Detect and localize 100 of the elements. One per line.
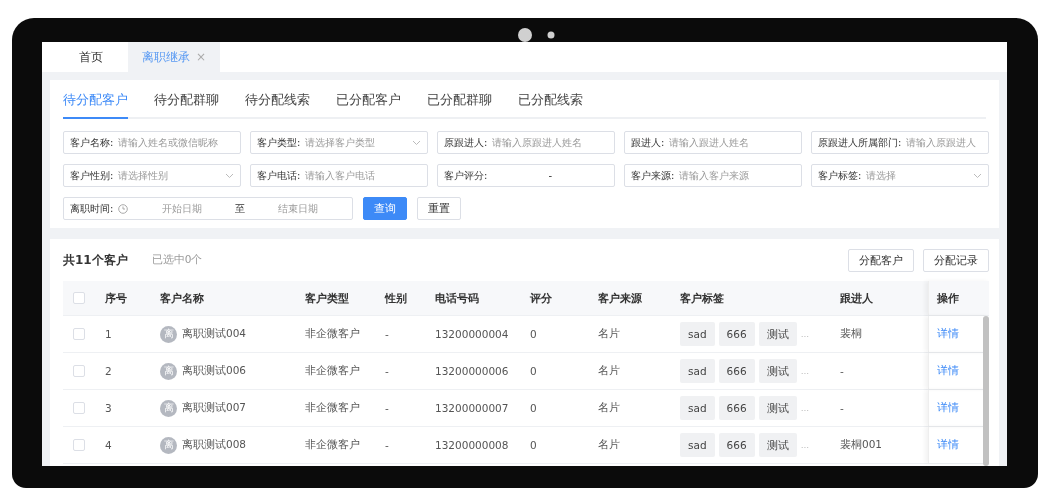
select-field[interactable]: 客户性别: 请选择性别 xyxy=(63,164,241,187)
table-cell-text: - xyxy=(385,365,390,377)
field-label: 客户标签: xyxy=(818,168,862,183)
column-header: 客户名称 xyxy=(160,290,205,306)
table-cell-text: 2 xyxy=(105,365,113,377)
table-cell-text: - xyxy=(385,328,390,340)
field-label: 客户名称: xyxy=(70,135,114,150)
text-field[interactable]: 客户来源: 请输入客户来源 xyxy=(624,164,802,187)
tag: 测试 xyxy=(758,359,797,383)
field-placeholder: 请输入原跟进人 xyxy=(906,135,978,150)
column-header: 操作 xyxy=(928,281,990,315)
field-label: 客户性别: xyxy=(70,168,114,183)
action-button[interactable]: 分配客户 xyxy=(848,248,914,272)
tag: sad xyxy=(680,359,715,383)
field-placeholder: 请输入原跟进人姓名 xyxy=(492,135,584,150)
table-cell-text: - xyxy=(840,365,845,377)
tab-label: 离职继承 xyxy=(142,48,190,66)
sub-tab[interactable]: 待分配线索 xyxy=(245,88,310,119)
table-cell-text: 0 xyxy=(530,365,538,377)
selected-count: 已选中0个 xyxy=(151,253,204,267)
field-placeholder: 请输入姓名或微信昵称 xyxy=(118,135,220,150)
chevron-down-icon xyxy=(973,172,982,179)
checkbox[interactable] xyxy=(73,402,85,414)
checkbox[interactable] xyxy=(73,365,85,377)
select-field[interactable]: 客户标签: 请选择 xyxy=(811,164,989,187)
tag: sad xyxy=(680,322,715,346)
total-count: 共11个客户 xyxy=(63,251,128,269)
table-cell-text: 裴桐001 xyxy=(840,438,884,452)
date-range-field[interactable]: 离职时间: 开始日期 至 结束日期 xyxy=(63,197,353,220)
tag: sad xyxy=(680,433,715,457)
table-cell-text: 非企微客户 xyxy=(305,327,361,341)
column-header: 性别 xyxy=(385,290,408,306)
field-placeholder: 请选择客户类型 xyxy=(305,135,377,150)
table-cell-text: 名片 xyxy=(598,364,621,378)
column-header: 客户标签 xyxy=(680,290,725,306)
field-label: 客户评分: xyxy=(444,168,488,183)
range-field[interactable]: 客户评分: - xyxy=(437,164,615,187)
table-cell-text: 13200000008 xyxy=(435,439,510,451)
chevron-down-icon xyxy=(412,139,421,146)
field-placeholder: 请输入跟进人姓名 xyxy=(669,135,751,150)
more-ellipsis: ... xyxy=(800,440,810,450)
table-cell-text: - xyxy=(840,402,845,414)
tag: 测试 xyxy=(758,322,797,346)
tag: 666 xyxy=(718,433,755,457)
table-cell-text: 名片 xyxy=(598,401,621,415)
field-placeholder: 请选择性别 xyxy=(118,168,170,183)
field-label: 原跟进人所属部门: xyxy=(818,135,902,150)
range-separator: - xyxy=(547,170,553,181)
start-date-placeholder: 开始日期 xyxy=(160,201,203,216)
table-cell-text: 0 xyxy=(530,328,538,340)
sub-tab[interactable]: 已分配客户 xyxy=(336,88,401,119)
customer-name: 离职测试004 xyxy=(182,327,247,341)
table-cell-text: 13200000004 xyxy=(435,328,510,340)
sub-tab[interactable]: 已分配线索 xyxy=(518,88,583,119)
field-placeholder: 请选择 xyxy=(866,168,898,183)
text-field[interactable]: 跟进人: 请输入跟进人姓名 xyxy=(624,131,802,154)
table-cell-text: 裴桐 xyxy=(840,327,863,341)
field-label: 客户电话: xyxy=(257,168,301,183)
select-field[interactable]: 客户类型: 请选择客户类型 xyxy=(250,131,428,154)
text-field[interactable]: 原跟进人: 请输入原跟进人姓名 xyxy=(437,131,615,154)
more-ellipsis: ... xyxy=(800,403,810,413)
text-field[interactable]: 客户名称: 请输入姓名或微信昵称 xyxy=(63,131,241,154)
table-cell-text: 非企微客户 xyxy=(305,364,361,378)
action-button[interactable]: 分配记录 xyxy=(923,248,989,272)
avatar: 离 xyxy=(160,325,177,343)
checkbox[interactable] xyxy=(73,439,85,451)
avatar: 离 xyxy=(160,399,177,417)
column-header: 评分 xyxy=(530,290,553,306)
field-placeholder: 请输入客户电话 xyxy=(305,168,377,183)
more-ellipsis: ... xyxy=(800,329,810,339)
tab-label: 首页 xyxy=(79,48,103,66)
sub-tab[interactable]: 已分配群聊 xyxy=(427,88,492,119)
checkbox[interactable] xyxy=(73,328,85,340)
checkbox[interactable] xyxy=(73,292,85,304)
table-cell-text: 4 xyxy=(105,439,113,451)
range-separator: 至 xyxy=(234,201,245,216)
table-cell-text: 13200000006 xyxy=(435,365,510,377)
column-header: 跟进人 xyxy=(840,290,874,306)
column-header: 电话号码 xyxy=(435,290,480,306)
tag: sad xyxy=(680,396,715,420)
table-cell-text: 3 xyxy=(105,402,113,414)
avatar: 离 xyxy=(160,362,177,380)
field-label: 跟进人: xyxy=(631,135,665,150)
reset-button[interactable]: 重置 xyxy=(417,197,461,220)
table-cell-text: 名片 xyxy=(598,438,621,452)
field-placeholder: 请输入客户来源 xyxy=(679,168,751,183)
table-cell-text: - xyxy=(385,402,390,414)
table-cell-text: 非企微客户 xyxy=(305,438,361,452)
customer-name: 离职测试006 xyxy=(182,364,247,378)
text-field[interactable]: 原跟进人所属部门: 请输入原跟进人 xyxy=(811,131,989,154)
table-cell-text: 非企微客户 xyxy=(305,401,361,415)
field-label: 原跟进人: xyxy=(444,135,488,150)
customer-name: 离职测试007 xyxy=(182,401,247,415)
more-ellipsis: ... xyxy=(800,366,810,376)
end-date-placeholder: 结束日期 xyxy=(276,201,319,216)
chevron-down-icon xyxy=(225,172,234,179)
text-field[interactable]: 客户电话: 请输入客户电话 xyxy=(250,164,428,187)
sub-tab[interactable]: 待分配群聊 xyxy=(154,88,219,119)
sub-tab[interactable]: 待分配客户 xyxy=(63,88,128,119)
field-label: 客户来源: xyxy=(631,168,675,183)
